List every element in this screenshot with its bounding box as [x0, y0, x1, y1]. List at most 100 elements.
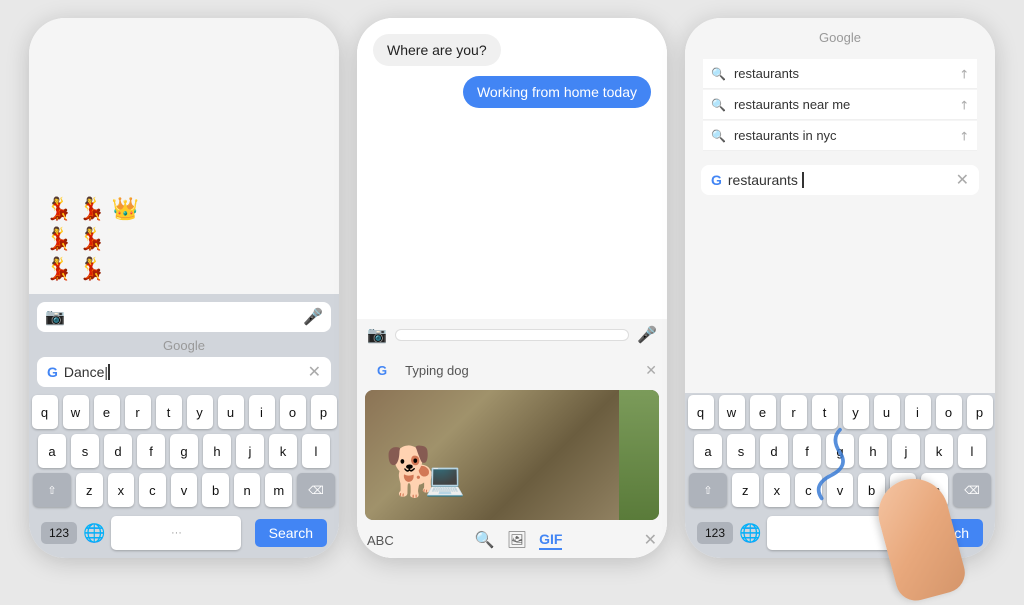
phone1-emoji-search: 💃 💃 👑 💃 💃 💃 💃 📷 🎤 Google G Dan [29, 18, 339, 558]
gif-display-area: 🐕 💻 [365, 390, 659, 520]
abc-tab[interactable]: ABC [367, 533, 394, 548]
clear-icon[interactable]: ✕ [308, 362, 321, 382]
key-c[interactable]: c [139, 473, 166, 507]
gif-placeholder: 🐕 💻 [365, 390, 659, 520]
key-3-w[interactable]: w [719, 395, 745, 429]
gboard-gif-area: G Typing dog ✕ 🐕 💻 ABC 🔍 🖼 GIF ✕ [357, 351, 667, 558]
key-t[interactable]: t [156, 395, 182, 429]
gboard-search-row[interactable]: G Dance| ✕ [37, 357, 331, 387]
key-g[interactable]: g [170, 434, 198, 468]
key-u[interactable]: u [218, 395, 244, 429]
chat-message-received: Where are you? [373, 34, 501, 66]
gif-tab-active[interactable]: GIF [539, 531, 562, 550]
search-icon-s2: 🔍 [711, 98, 726, 112]
google-g-icon-2: G [367, 357, 397, 384]
key-v[interactable]: v [171, 473, 198, 507]
phone2-chat-gif: Where are you? Working from home today 📷… [357, 18, 667, 558]
key-q[interactable]: q [32, 395, 58, 429]
key-3-f[interactable]: f [793, 434, 821, 468]
space-key[interactable]: ··· [111, 516, 241, 550]
key-3-r[interactable]: r [781, 395, 807, 429]
camera-icon[interactable]: 📷 [45, 307, 65, 327]
suggestion-item-1[interactable]: 🔍 restaurants ↗ [703, 59, 977, 89]
key-3-v[interactable]: v [827, 473, 854, 507]
suggestion-text-1: restaurants [734, 66, 799, 81]
key-3-s[interactable]: s [727, 434, 755, 468]
gif-close-btn[interactable]: ✕ [644, 530, 657, 550]
clear-icon-3[interactable]: ✕ [956, 170, 969, 190]
key-z[interactable]: z [76, 473, 103, 507]
message-input[interactable] [395, 329, 629, 341]
mic-icon-2[interactable]: 🎤 [637, 325, 657, 345]
key-backspace[interactable]: ⌫ [297, 473, 335, 507]
emoji-row-2: 💃 💃 [45, 226, 323, 252]
suggestion-item-2[interactable]: 🔍 restaurants near me ↗ [703, 90, 977, 120]
key-3-a[interactable]: a [694, 434, 722, 468]
key-j[interactable]: j [236, 434, 264, 468]
key-3-u[interactable]: u [874, 395, 900, 429]
key-o[interactable]: o [280, 395, 306, 429]
search-button-1[interactable]: Search [255, 519, 327, 547]
gboard-top-bar: G Typing dog ✕ [357, 351, 667, 390]
key-shift[interactable]: ⇧ [33, 473, 71, 507]
globe-button[interactable]: 🌐 [83, 523, 105, 544]
key-y[interactable]: y [187, 395, 213, 429]
arrow-icon-2: ↗ [955, 96, 972, 113]
key-b[interactable]: b [202, 473, 229, 507]
key-3-y[interactable]: y [843, 395, 869, 429]
key-row-2: a s d f g h j k l [33, 434, 335, 468]
google-g-icon: G [47, 364, 58, 380]
key-3-e[interactable]: e [750, 395, 776, 429]
key-3-c[interactable]: c [795, 473, 822, 507]
suggestion-item-3[interactable]: 🔍 restaurants in nyc ↗ [703, 121, 977, 151]
finger-shape [871, 471, 970, 605]
key-a[interactable]: a [38, 434, 66, 468]
keyboard-area-1: 📷 🎤 Google G Dance| ✕ q w e r t y u [29, 294, 339, 558]
key-3-shift[interactable]: ⇧ [689, 473, 727, 507]
gboard-query-text: Dance| [64, 364, 302, 380]
key-3-o[interactable]: o [936, 395, 962, 429]
num-button-3[interactable]: 123 [697, 522, 733, 544]
gif-tab-icons: 🔍 🖼 GIF [475, 530, 563, 550]
gboard-query-3: restaurants [728, 172, 950, 188]
key-i[interactable]: i [249, 395, 275, 429]
gboard-search-row-3[interactable]: G restaurants ✕ [701, 165, 979, 195]
search-icon-s3: 🔍 [711, 129, 726, 143]
key-3-q[interactable]: q [688, 395, 714, 429]
key-e[interactable]: e [94, 395, 120, 429]
num-button[interactable]: 123 [41, 522, 77, 544]
key-n[interactable]: n [234, 473, 261, 507]
key-3-x[interactable]: x [764, 473, 791, 507]
key-3-d[interactable]: d [760, 434, 788, 468]
key-l[interactable]: l [302, 434, 330, 468]
camera-icon-2[interactable]: 📷 [367, 325, 387, 345]
key-k[interactable]: k [269, 434, 297, 468]
arrow-icon-3: ↗ [955, 127, 972, 144]
suggestion-text-2: restaurants near me [734, 97, 850, 112]
key-f[interactable]: f [137, 434, 165, 468]
gif-strip [619, 390, 659, 520]
google-brand-label: Google [29, 336, 339, 357]
key-3-i[interactable]: i [905, 395, 931, 429]
key-row-1: q w e r t y u i o p [33, 395, 335, 429]
key-3-z[interactable]: z [732, 473, 759, 507]
key-s[interactable]: s [71, 434, 99, 468]
key-m[interactable]: m [265, 473, 292, 507]
key-3-g[interactable]: g [826, 434, 854, 468]
key-x[interactable]: x [108, 473, 135, 507]
key-3-t[interactable]: t [812, 395, 838, 429]
key-r[interactable]: r [125, 395, 151, 429]
mic-icon[interactable]: 🎤 [303, 307, 323, 327]
globe-button-3[interactable]: 🌐 [739, 523, 761, 544]
key-h[interactable]: h [203, 434, 231, 468]
message-input-row: 📷 🎤 [357, 319, 667, 351]
key-p[interactable]: p [311, 395, 337, 429]
gboard-clear-icon[interactable]: ✕ [645, 362, 657, 379]
key-3-p[interactable]: p [967, 395, 993, 429]
search-icon-gif[interactable]: 🔍 [475, 530, 495, 550]
suggestions-panel: Google 🔍 restaurants ↗ 🔍 restaurants nea… [685, 18, 995, 393]
gif-search-query: Typing dog [405, 363, 469, 378]
key-d[interactable]: d [104, 434, 132, 468]
key-w[interactable]: w [63, 395, 89, 429]
image-icon-gif[interactable]: 🖼 [507, 530, 527, 550]
